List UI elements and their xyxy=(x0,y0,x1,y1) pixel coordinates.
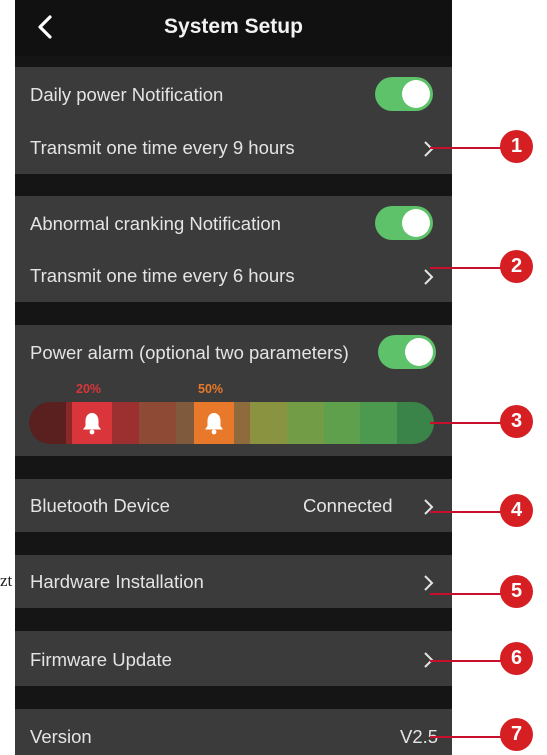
hardware-installation-row[interactable]: Hardware Installation xyxy=(15,555,452,608)
abnormal-cranking-card: Abnormal cranking Notification Transmit … xyxy=(15,196,452,302)
abnormal-cranking-interval: Transmit one time every 6 hours xyxy=(30,265,295,286)
firmware-update-row[interactable]: Firmware Update xyxy=(15,631,452,686)
toggle-knob xyxy=(402,209,430,237)
chevron-right-icon xyxy=(424,269,434,285)
callout-badge-6: 6 xyxy=(500,642,533,675)
level-segment xyxy=(286,402,324,444)
callout-line-4 xyxy=(430,511,502,513)
callout-line-3 xyxy=(430,422,502,424)
power-alarm-label: Power alarm (optional two parameters) xyxy=(30,342,349,363)
bluetooth-status: Connected xyxy=(303,495,393,516)
callout-line-7 xyxy=(430,736,502,738)
daily-power-card: Daily power Notification Transmit one ti… xyxy=(15,67,452,174)
daily-power-toggle[interactable] xyxy=(375,77,433,111)
bell-icon xyxy=(205,413,223,435)
level-segment xyxy=(29,402,66,444)
callout-line-5 xyxy=(430,593,502,595)
callout-badge-2: 2 xyxy=(500,250,533,283)
page-title: System Setup xyxy=(164,15,303,38)
version-row: Version V2.5 xyxy=(15,709,452,755)
abnormal-cranking-label: Abnormal cranking Notification xyxy=(30,213,281,234)
bell-icon xyxy=(83,413,101,435)
abnormal-cranking-toggle[interactable] xyxy=(375,206,433,240)
hardware-installation-label: Hardware Installation xyxy=(30,571,204,592)
alarm-marker-1[interactable] xyxy=(72,402,112,444)
chevron-right-icon xyxy=(424,499,434,515)
callout-badge-1: 1 xyxy=(500,130,533,163)
stray-text: zt xyxy=(0,571,13,590)
alarm-marker-label-2: 50% xyxy=(198,382,224,396)
nav-bar: System Setup xyxy=(15,0,452,56)
version-label: Version xyxy=(30,726,92,747)
callout-badge-4: 4 xyxy=(500,494,533,527)
level-segment xyxy=(249,402,287,444)
callout-line-1 xyxy=(430,147,502,149)
callout-badge-7: 7 xyxy=(500,718,533,751)
daily-power-interval-row[interactable]: Transmit one time every 9 hours xyxy=(15,121,452,174)
daily-power-label: Daily power Notification xyxy=(30,84,224,105)
callout-line-6 xyxy=(430,660,502,662)
level-segment xyxy=(323,402,361,444)
level-segment xyxy=(139,402,177,444)
alarm-marker-label-1: 20% xyxy=(76,382,102,396)
abnormal-cranking-interval-row[interactable]: Transmit one time every 6 hours xyxy=(15,249,452,302)
chevron-right-icon xyxy=(424,575,434,591)
callout-badge-5: 5 xyxy=(500,575,533,608)
level-segment xyxy=(360,402,398,444)
phone-screen: System Setup Daily power Notification Tr… xyxy=(15,0,452,755)
power-alarm-toggle[interactable] xyxy=(378,335,436,369)
callout-badge-3: 3 xyxy=(500,405,533,438)
bluetooth-label: Bluetooth Device xyxy=(30,495,170,516)
callout-line-2 xyxy=(430,267,502,269)
daily-power-interval: Transmit one time every 9 hours xyxy=(30,137,295,158)
firmware-update-label: Firmware Update xyxy=(30,649,172,670)
alarm-marker-2[interactable] xyxy=(194,402,234,444)
bluetooth-row[interactable]: Bluetooth Device Connected xyxy=(15,479,452,532)
chevron-right-icon xyxy=(424,141,434,157)
toggle-knob xyxy=(405,338,433,366)
toggle-knob xyxy=(402,80,430,108)
